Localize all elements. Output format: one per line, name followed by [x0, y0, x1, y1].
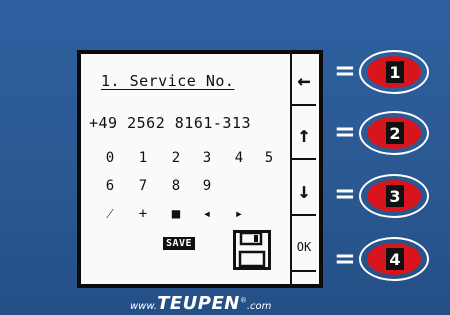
- arrow-left-icon: ←: [297, 68, 311, 94]
- space-block-key[interactable]: ■: [167, 206, 185, 222]
- lcd-screen: 1. Service No. +49 2562 8161-313 0 1 2 3…: [77, 50, 323, 288]
- hardware-key-3[interactable]: 3: [359, 174, 429, 218]
- key-0[interactable]: 0: [101, 150, 119, 166]
- brand-logo: www.TEUPEN®.com: [130, 293, 271, 314]
- brand-suffix: .com: [246, 301, 272, 312]
- key-number-3: 3: [386, 185, 404, 207]
- equals-sign: =: [334, 244, 356, 274]
- screen-title: 1. Service No.: [101, 72, 235, 90]
- cursor-left-key[interactable]: ◂: [198, 206, 216, 222]
- brand-registered: ®: [239, 296, 247, 305]
- slash-key[interactable]: ⁄: [101, 206, 119, 223]
- plus-key[interactable]: +: [134, 206, 152, 222]
- cursor-right-key[interactable]: ▸: [230, 206, 248, 222]
- softkey-down[interactable]: ↓: [292, 168, 316, 216]
- arrow-down-icon: ↓: [297, 178, 311, 204]
- key-5[interactable]: 5: [260, 150, 278, 166]
- brand-prefix: www.: [130, 301, 158, 312]
- key-2[interactable]: 2: [167, 150, 185, 166]
- key-7[interactable]: 7: [134, 178, 152, 194]
- floppy-disk-icon[interactable]: [233, 230, 271, 270]
- key-1[interactable]: 1: [134, 150, 152, 166]
- arrow-up-icon: ↑: [297, 122, 311, 148]
- softkey-ok[interactable]: OK: [292, 224, 316, 272]
- equals-sign: =: [334, 179, 356, 209]
- equals-sign: =: [334, 56, 356, 86]
- key-number-4: 4: [386, 248, 404, 270]
- hardware-key-2[interactable]: 2: [359, 111, 429, 155]
- hardware-key-4[interactable]: 4: [359, 237, 429, 281]
- hardware-key-1[interactable]: 1: [359, 50, 429, 94]
- softkey-up[interactable]: ↑: [292, 112, 316, 160]
- key-number-1: 1: [386, 61, 404, 83]
- key-4[interactable]: 4: [230, 150, 248, 166]
- key-3[interactable]: 3: [198, 150, 216, 166]
- ok-label: OK: [296, 240, 312, 254]
- softkey-strip: ← ↑ ↓ OK: [290, 50, 316, 288]
- brand-name: TEUPEN: [157, 293, 240, 314]
- phone-number-field[interactable]: +49 2562 8161-313: [89, 114, 251, 132]
- equals-sign: =: [334, 117, 356, 147]
- key-number-2: 2: [386, 122, 404, 144]
- softkey-back[interactable]: ←: [292, 58, 316, 106]
- save-button[interactable]: SAVE: [163, 237, 196, 250]
- key-8[interactable]: 8: [167, 178, 185, 194]
- key-9[interactable]: 9: [198, 178, 216, 194]
- key-6[interactable]: 6: [101, 178, 119, 194]
